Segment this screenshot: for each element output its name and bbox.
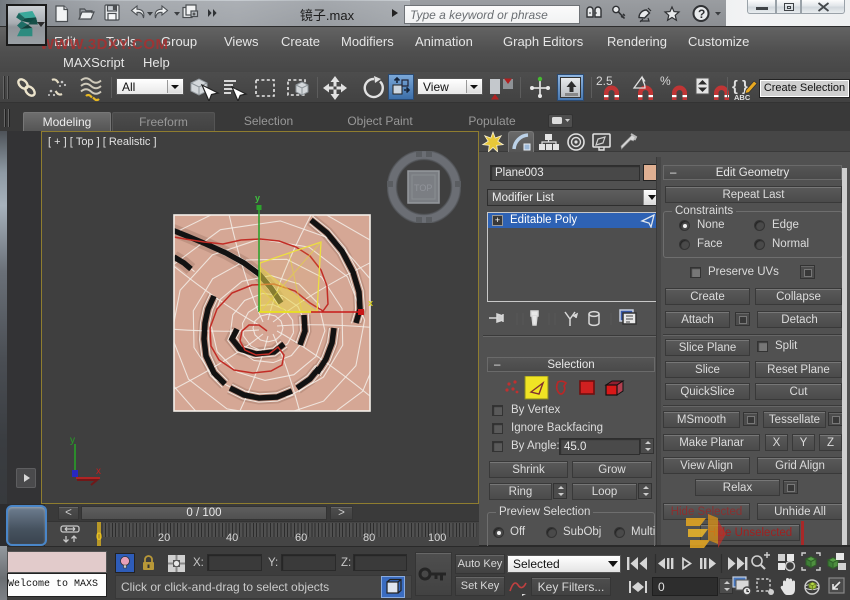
svg-text:x: x [368,298,373,308]
svg-text:y: y [70,435,75,446]
svg-text:%: % [660,74,671,88]
svg-text:?: ? [698,7,705,21]
svg-text:y: y [255,193,260,203]
svg-text:x: x [96,466,101,477]
svg-text:TOP: TOP [414,183,432,193]
svg-text:ABC: ABC [734,93,751,102]
